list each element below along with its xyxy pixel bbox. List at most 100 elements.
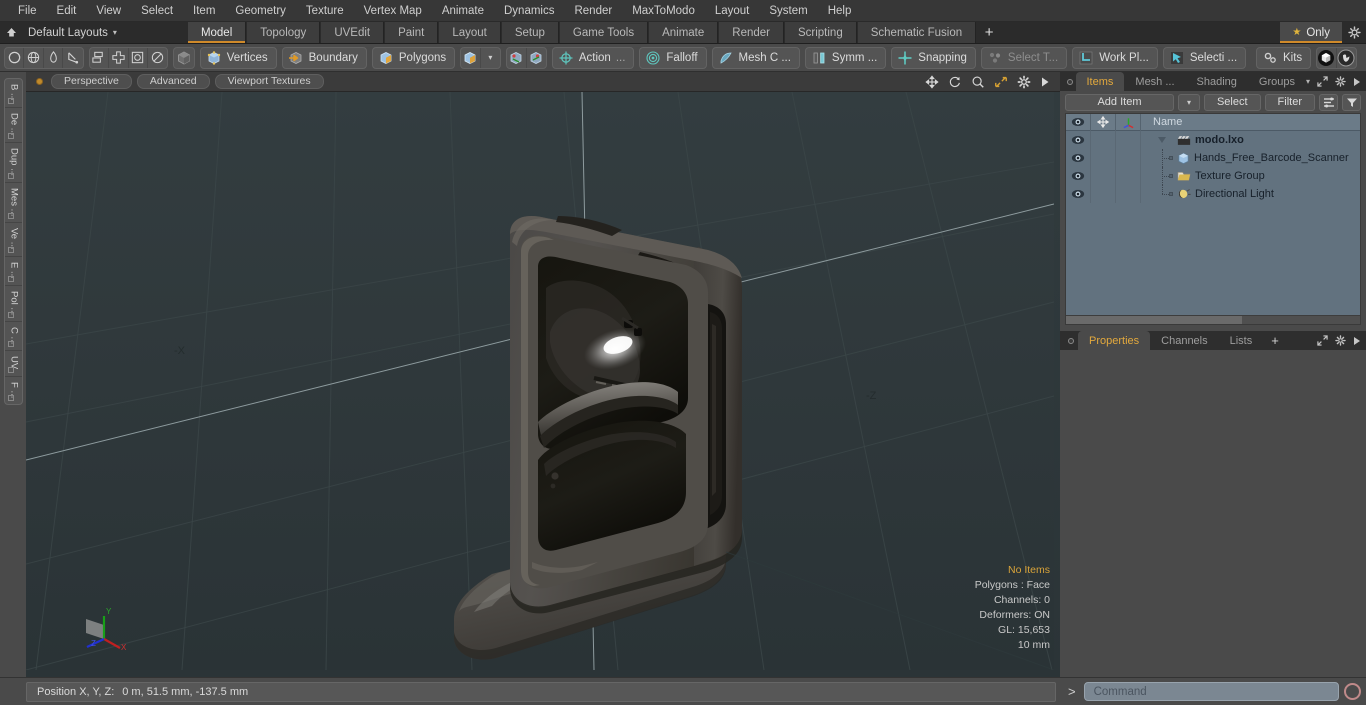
record-icon[interactable] [1344,683,1361,700]
vtab-duplicate[interactable]: Dup ... [4,143,22,183]
tab-mesh[interactable]: Mesh ... [1124,72,1185,91]
eye-icon[interactable] [1066,149,1091,167]
add-panel-tab-button[interactable]: + [1263,331,1287,350]
symmetry-dropdown[interactable]: Symm ... [804,46,887,69]
tab-items[interactable]: Items [1075,72,1125,91]
tab-groups[interactable]: Groups [1248,72,1306,91]
gear-icon[interactable] [1017,75,1031,89]
modo-logo-icon[interactable] [1317,47,1337,68]
tab-lists[interactable]: Lists [1219,331,1264,350]
tab-schematic-fusion[interactable]: Schematic Fusion [856,22,977,43]
tab-layout[interactable]: Layout [438,22,501,43]
tab-properties[interactable]: Properties [1078,331,1151,350]
row-move-cell[interactable] [1091,185,1116,203]
tab-paint[interactable]: Paint [384,22,439,43]
tab-shading[interactable]: Shading [1186,72,1248,91]
play-icon[interactable] [1353,77,1361,87]
add-item-button[interactable]: Add Item [1065,93,1174,111]
list-item[interactable]: modo.lxo [1141,131,1360,149]
tab-scripting[interactable]: Scripting [783,22,857,43]
gear-icon[interactable] [1342,22,1366,43]
viewport-3d[interactable]: -X -Z No Items Polygons: Face Channels:… [26,92,1060,677]
curve-icon[interactable] [63,48,82,68]
menu-item-select[interactable]: Select [131,0,183,22]
menu-item-dynamics[interactable]: Dynamics [494,0,564,22]
center-icon[interactable] [527,48,546,68]
menu-item-layout[interactable]: Layout [705,0,760,22]
scrollbar-thumb[interactable] [1066,316,1243,324]
menu-item-item[interactable]: Item [183,0,225,22]
vtab-vertex[interactable]: Ve ... [4,223,22,257]
tab-animate[interactable]: Animate [648,22,719,43]
vtab-uv[interactable]: UV [4,351,22,377]
viewport-shading-button[interactable]: Advanced [136,74,210,89]
menu-item-help[interactable]: Help [818,0,862,22]
item-list[interactable]: Name modo.lxo Hands_Free_Barcode_Scanner… [1065,113,1361,325]
menu-item-system[interactable]: System [759,0,817,22]
filter-button[interactable]: Filter [1264,93,1315,111]
viewport-textures-button[interactable]: Viewport Textures [214,74,324,89]
add-tab-button[interactable]: + [976,22,1003,43]
move-icon[interactable] [925,74,939,89]
eye-icon[interactable] [1066,131,1091,149]
funnel-icon[interactable] [1342,93,1361,111]
radial-icon[interactable] [148,48,167,68]
viewport-projection-button[interactable]: Perspective [51,74,132,89]
row-move-cell[interactable] [1091,131,1116,149]
vtab-mesh-edit[interactable]: Mes ... [4,183,22,224]
vtab-deform[interactable]: De ... [4,108,22,143]
row-axis-cell[interactable] [1116,167,1141,185]
tab-setup[interactable]: Setup [500,22,559,43]
row-axis-cell[interactable] [1116,131,1141,149]
list-item[interactable]: Hands_Free_Barcode_Scanner [1141,149,1360,167]
table-row[interactable]: Hands_Free_Barcode_Scanner [1066,149,1360,167]
tree-expander[interactable] [1145,131,1173,149]
zoom-icon[interactable] [971,75,985,89]
selection-mode-boundary[interactable]: Boundary [281,46,367,69]
gear-icon[interactable] [1335,335,1346,346]
chevron-down-icon[interactable]: ▾ [1306,77,1310,86]
only-toggle[interactable]: ★ Only [1280,22,1342,43]
table-row[interactable]: Texture Group [1066,167,1360,185]
default-layouts-dropdown[interactable]: Default Layouts ▾ [22,22,127,43]
tab-topology[interactable]: Topology [246,22,321,43]
tab-uvedit[interactable]: UVEdit [320,22,385,43]
gear-icon[interactable] [1335,76,1346,87]
home-icon[interactable] [0,22,22,43]
selection-mode-polygons[interactable]: Polygons [371,46,456,69]
align-icon[interactable] [109,47,129,68]
item-mode-chevron-down-icon[interactable]: ▾ [481,48,500,68]
select-button[interactable]: Select [1203,93,1261,111]
menu-item-edit[interactable]: Edit [47,0,87,22]
list-item[interactable]: Directional Light [1141,185,1360,203]
cube-icon[interactable] [174,48,193,68]
circle-icon[interactable] [5,47,25,68]
unreal-logo-icon[interactable] [1337,48,1356,68]
pen-icon[interactable] [44,47,64,68]
kits-dropdown[interactable]: Kits [1256,46,1312,69]
menu-item-vertex-map[interactable]: Vertex Map [354,0,432,22]
work-plane-dropdown[interactable]: Work Pl... [1072,46,1158,69]
pivot-icon[interactable] [507,47,527,68]
snapping-dropdown[interactable]: Snapping [891,46,976,69]
action-center-dropdown[interactable]: Action ... [551,46,635,69]
selection-set-dropdown[interactable]: Selecti ... [1162,46,1247,69]
table-row[interactable]: modo.lxo [1066,131,1360,149]
menu-item-animate[interactable]: Animate [432,0,494,22]
expand-icon[interactable] [1317,335,1328,346]
vtab-fusion[interactable]: F ... [5,377,22,404]
falloff-dropdown[interactable]: Falloff [639,46,707,69]
command-input[interactable]: Command [1083,682,1339,701]
row-axis-cell[interactable] [1116,185,1141,203]
rotate-icon[interactable] [948,75,962,89]
mirror-icon[interactable] [90,47,110,68]
play-icon[interactable] [1353,336,1361,346]
expand-icon[interactable] [1317,76,1328,87]
tab-render[interactable]: Render [718,22,784,43]
item-list-scrollbar[interactable] [1066,315,1360,324]
vtab-basic[interactable]: B ... [4,79,22,108]
tab-model[interactable]: Model [186,22,247,43]
row-move-cell[interactable] [1091,149,1116,167]
row-move-cell[interactable] [1091,167,1116,185]
eye-icon[interactable] [1066,185,1091,203]
